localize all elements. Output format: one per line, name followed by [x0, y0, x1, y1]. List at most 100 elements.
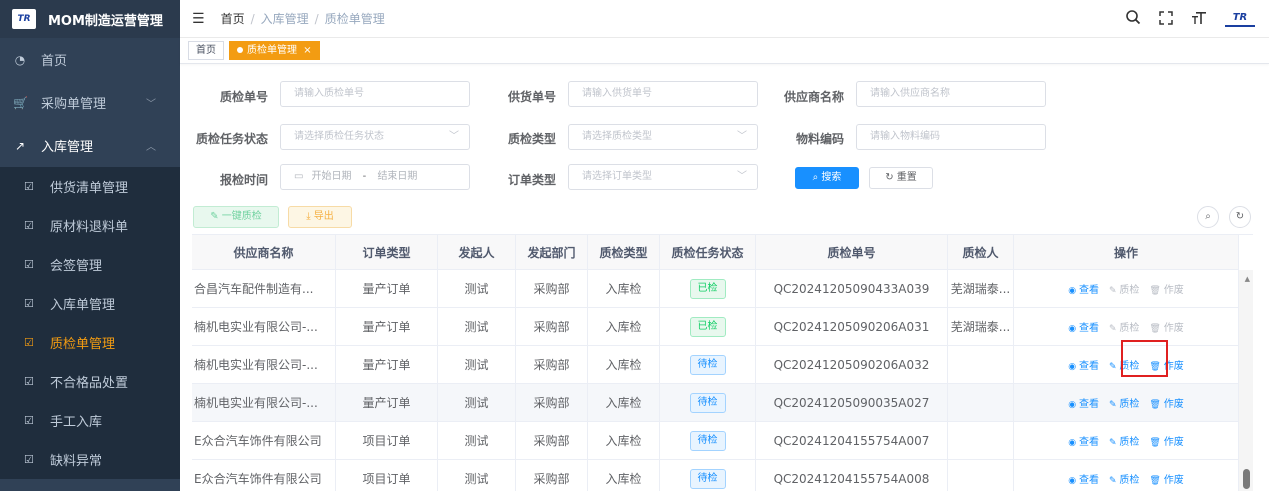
task-status-select[interactable]: 请选择质检任务状态 ﹀: [280, 124, 470, 150]
tag-home[interactable]: 首页: [188, 41, 224, 60]
status-cell: 待检: [660, 422, 756, 459]
edit-icon: ✎: [1109, 476, 1120, 486]
export-button-label: 导出: [313, 211, 334, 222]
sidebar-item-inbound[interactable]: ↗ 入库管理 ︿: [0, 124, 180, 167]
sidebar-subitem-label: 缺料异常: [50, 454, 103, 469]
inspect-label: 质检: [1119, 437, 1140, 448]
table-row[interactable]: E众合汽车饰件有限公司 项目订单 测试 采购部 入库检 待检 QC2024120415575…: [192, 422, 1239, 460]
view-button[interactable]: ◉ 查看: [1068, 395, 1099, 410]
sidebar-subitem-label: 供货清单管理: [50, 181, 129, 196]
view-button[interactable]: ◉ 查看: [1068, 471, 1099, 486]
breadcrumb: 首页 / 入库管理 / 质检单管理: [221, 10, 385, 27]
one-key-inspect-button[interactable]: ✎ 一键质检: [193, 206, 279, 228]
scroll-up-arrow-icon[interactable]: ▲: [1245, 275, 1250, 283]
status-badge: 待检: [689, 468, 726, 489]
breadcrumb-home[interactable]: 首页: [221, 10, 245, 27]
inspect-button[interactable]: ✎ 质检: [1109, 357, 1139, 372]
sidebar-subitem-label: 手工入库: [50, 415, 103, 430]
sidebar-subitem-manual-inbound[interactable]: ☑ 手工入库: [0, 401, 180, 440]
sidebar-subitem-shortage[interactable]: ☑ 缺料异常: [0, 440, 180, 479]
sidebar-subitem-material-return[interactable]: ☑ 原材料退料单: [0, 206, 180, 245]
table-row[interactable]: 楠机电实业有限公司-... 量产订单 测试 采购部 入库检 已检 QC20241205090…: [192, 308, 1239, 346]
cell-initiator: 测试: [438, 270, 516, 307]
sidebar-item-home[interactable]: ◔ 首页: [0, 38, 180, 81]
search-button[interactable]: ⌕ 搜索: [795, 167, 859, 189]
supply-no-label: 供货单号: [507, 90, 556, 104]
view-button[interactable]: ◉ 查看: [1068, 357, 1099, 372]
scrollbar-thumb[interactable]: [1243, 469, 1250, 489]
table-row[interactable]: 楠机电实业有限公司-... 量产订单 测试 采购部 入库检 待检 QC20241205090…: [192, 346, 1239, 384]
reset-button-label: 重置: [896, 172, 917, 183]
view-button[interactable]: ◉ 查看: [1068, 433, 1099, 448]
breadcrumb-inbound: 入库管理: [260, 12, 309, 26]
inspect-button[interactable]: ✎ 质检: [1109, 471, 1139, 486]
table-row[interactable]: 合昌汽车配件制造有... 量产订单 测试 采购部 入库检 已检 QC202412050904…: [192, 270, 1239, 308]
cell-supplier: 楠机电实业有限公司-...: [192, 384, 336, 421]
eye-icon: ◉: [1068, 324, 1079, 334]
sidebar-subitem-nonconforming[interactable]: ☑ 不合格品处置: [0, 362, 180, 401]
column-header: 质检单号: [756, 235, 948, 269]
avatar[interactable]: TR: [1225, 11, 1255, 27]
reset-button[interactable]: ↻ 重置: [869, 167, 933, 189]
void-button[interactable]: 🗑 作废: [1149, 471, 1183, 486]
checkbox-icon: ☑: [24, 336, 34, 349]
column-header: 操作: [1014, 235, 1239, 269]
supplier-name-label: 供应商名称: [783, 90, 844, 104]
column-header: 发起人: [438, 235, 516, 269]
trash-icon: 🗑: [1149, 438, 1164, 448]
chevron-down-icon: ﹀: [146, 99, 156, 110]
search-icon[interactable]: [1125, 9, 1141, 29]
inspect-button[interactable]: ✎ 质检: [1109, 433, 1139, 448]
inspection-type-select[interactable]: 请选择质检类型 ﹀: [568, 124, 758, 150]
void-label: 作废: [1163, 285, 1184, 296]
font-size-icon[interactable]: [1191, 10, 1207, 29]
void-button[interactable]: 🗑 作废: [1149, 281, 1183, 296]
close-icon[interactable]: ×: [303, 45, 311, 56]
eye-icon: ◉: [1068, 476, 1079, 486]
fullscreen-icon[interactable]: [1159, 10, 1173, 29]
void-button[interactable]: 🗑 作废: [1149, 319, 1183, 334]
supply-no-input[interactable]: 请输入供货单号: [568, 81, 758, 107]
search-button-label: 搜索: [821, 172, 842, 183]
export-button[interactable]: ⤓ 导出: [288, 206, 352, 228]
tag-qc-order[interactable]: 质检单管理 ×: [229, 41, 320, 60]
sidebar-subitem-inbound-order[interactable]: ☑ 入库单管理: [0, 284, 180, 323]
edit-icon: ✎: [1109, 362, 1120, 372]
status-cell: 待检: [660, 384, 756, 421]
sidebar-item-label: 首页: [41, 54, 68, 69]
void-button[interactable]: 🗑 作废: [1149, 357, 1183, 372]
inspect-button[interactable]: ✎ 质检: [1109, 319, 1139, 334]
inspect-button[interactable]: ✎ 质检: [1109, 395, 1139, 410]
scrollbar[interactable]: [1239, 270, 1253, 491]
inspect-button[interactable]: ✎ 质检: [1109, 281, 1139, 296]
dashboard-icon: ◔: [14, 52, 26, 67]
table-row[interactable]: 楠机电实业有限公司-... 量产订单 测试 采购部 入库检 待检 QC20241205090…: [192, 384, 1239, 422]
refresh-icon: ↻: [1235, 211, 1245, 222]
order-type-select[interactable]: 请选择订单类型 ﹀: [568, 164, 758, 190]
report-time-range[interactable]: ▭ 开始日期 - 结束日期: [280, 164, 470, 190]
view-button[interactable]: ◉ 查看: [1068, 319, 1099, 334]
refresh-button[interactable]: ↻: [1229, 206, 1251, 228]
void-button[interactable]: 🗑 作废: [1149, 433, 1183, 448]
cell-supplier: E众合汽车饰件有限公司: [192, 460, 336, 491]
inspect-label: 质检: [1119, 475, 1140, 486]
eye-icon: ◉: [1068, 400, 1079, 410]
supplier-name-input[interactable]: 请输入供应商名称: [856, 81, 1046, 107]
view-button[interactable]: ◉ 查看: [1068, 281, 1099, 296]
void-label: 作废: [1163, 475, 1184, 486]
cell-qc-type: 入库检: [588, 270, 660, 307]
material-code-input[interactable]: 请输入物料编码: [856, 124, 1046, 150]
edit-icon: ✎: [1109, 324, 1120, 334]
search-toggle-button[interactable]: ⌕: [1197, 206, 1219, 228]
sidebar-subitem-supply-list[interactable]: ☑ 供货清单管理: [0, 167, 180, 206]
actions-cell: ◉ 查看 ✎ 质检 🗑 作废: [1014, 270, 1239, 307]
sidebar-subitem-countersign[interactable]: ☑ 会签管理: [0, 245, 180, 284]
cell-dept: 采购部: [516, 308, 588, 345]
inspection-no-input[interactable]: 请输入质检单号: [280, 81, 470, 107]
sidebar-subitem-label: 质检单管理: [50, 337, 116, 352]
sidebar-item-purchase[interactable]: 🛒 采购单管理 ﹀: [0, 81, 180, 124]
void-button[interactable]: 🗑 作废: [1149, 395, 1183, 410]
table-row[interactable]: E众合汽车饰件有限公司 项目订单 测试 采购部 入库检 待检 QC2024120415575…: [192, 460, 1239, 491]
hamburger-icon[interactable]: ☰: [192, 11, 205, 27]
sidebar-subitem-qc-order[interactable]: ☑ 质检单管理: [0, 323, 180, 362]
